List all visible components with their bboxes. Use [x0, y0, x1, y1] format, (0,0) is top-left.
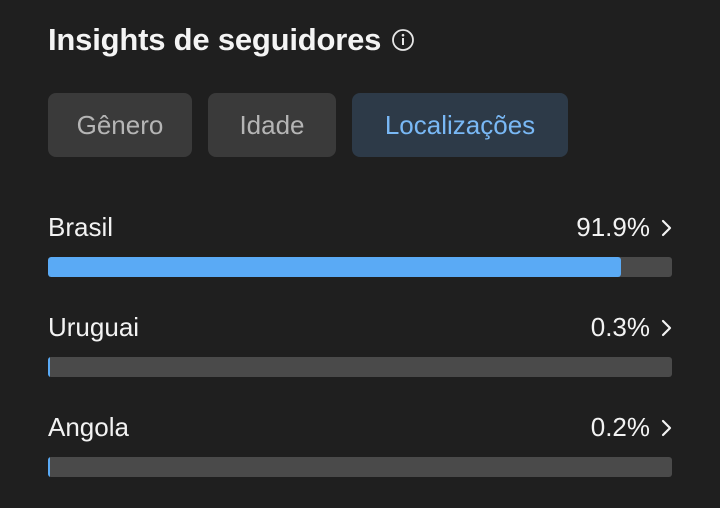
location-name: Angola: [48, 412, 129, 442]
location-name: Brasil: [48, 212, 114, 242]
tab-localizacoes[interactable]: Localizações: [352, 93, 568, 157]
location-value-group: 0.2%: [591, 412, 672, 443]
location-row-uruguai[interactable]: Uruguai 0.3%: [48, 308, 672, 408]
location-value-group: 91.9%: [576, 212, 672, 243]
tab-localizacoes-label: Localizações: [384, 109, 536, 140]
location-row-brasil[interactable]: Brasil 91.9%: [48, 208, 672, 308]
location-bar-track: [48, 357, 672, 377]
location-bar-fill: [48, 257, 622, 277]
chevron-right-icon: [660, 219, 672, 237]
location-bar-fill: [48, 357, 50, 377]
location-name: Uruguai: [48, 312, 140, 342]
panel-title: Insights de seguidores: [48, 22, 382, 57]
location-bar-track: [48, 457, 672, 477]
location-percent: 0.2%: [590, 412, 650, 442]
chevron-right-icon: [660, 419, 672, 437]
location-list: Brasil 91.9% Uruguai 0.3% Angola 0.2%: [48, 208, 672, 508]
chevron-right-icon: [660, 319, 672, 337]
panel-header: Insights de seguidores: [48, 22, 415, 58]
tab-genero-label: Gênero: [76, 109, 164, 140]
location-bar-fill: [48, 457, 50, 477]
location-value-group: 0.3%: [591, 312, 672, 343]
tab-idade[interactable]: Idade: [208, 93, 336, 157]
tab-idade-label: Idade: [239, 109, 305, 140]
location-percent: 0.3%: [590, 312, 650, 342]
location-row-angola[interactable]: Angola 0.2%: [48, 408, 672, 508]
location-bar-track: [48, 257, 672, 277]
insight-tabs: Gênero Idade Localizações: [48, 93, 568, 157]
location-percent: 91.9%: [576, 212, 650, 242]
follower-insights-panel: Insights de seguidores Gênero Idade Loca…: [0, 0, 720, 501]
tab-genero[interactable]: Gênero: [48, 93, 192, 157]
info-icon-glyph: [392, 29, 415, 51]
info-icon[interactable]: [391, 28, 415, 52]
